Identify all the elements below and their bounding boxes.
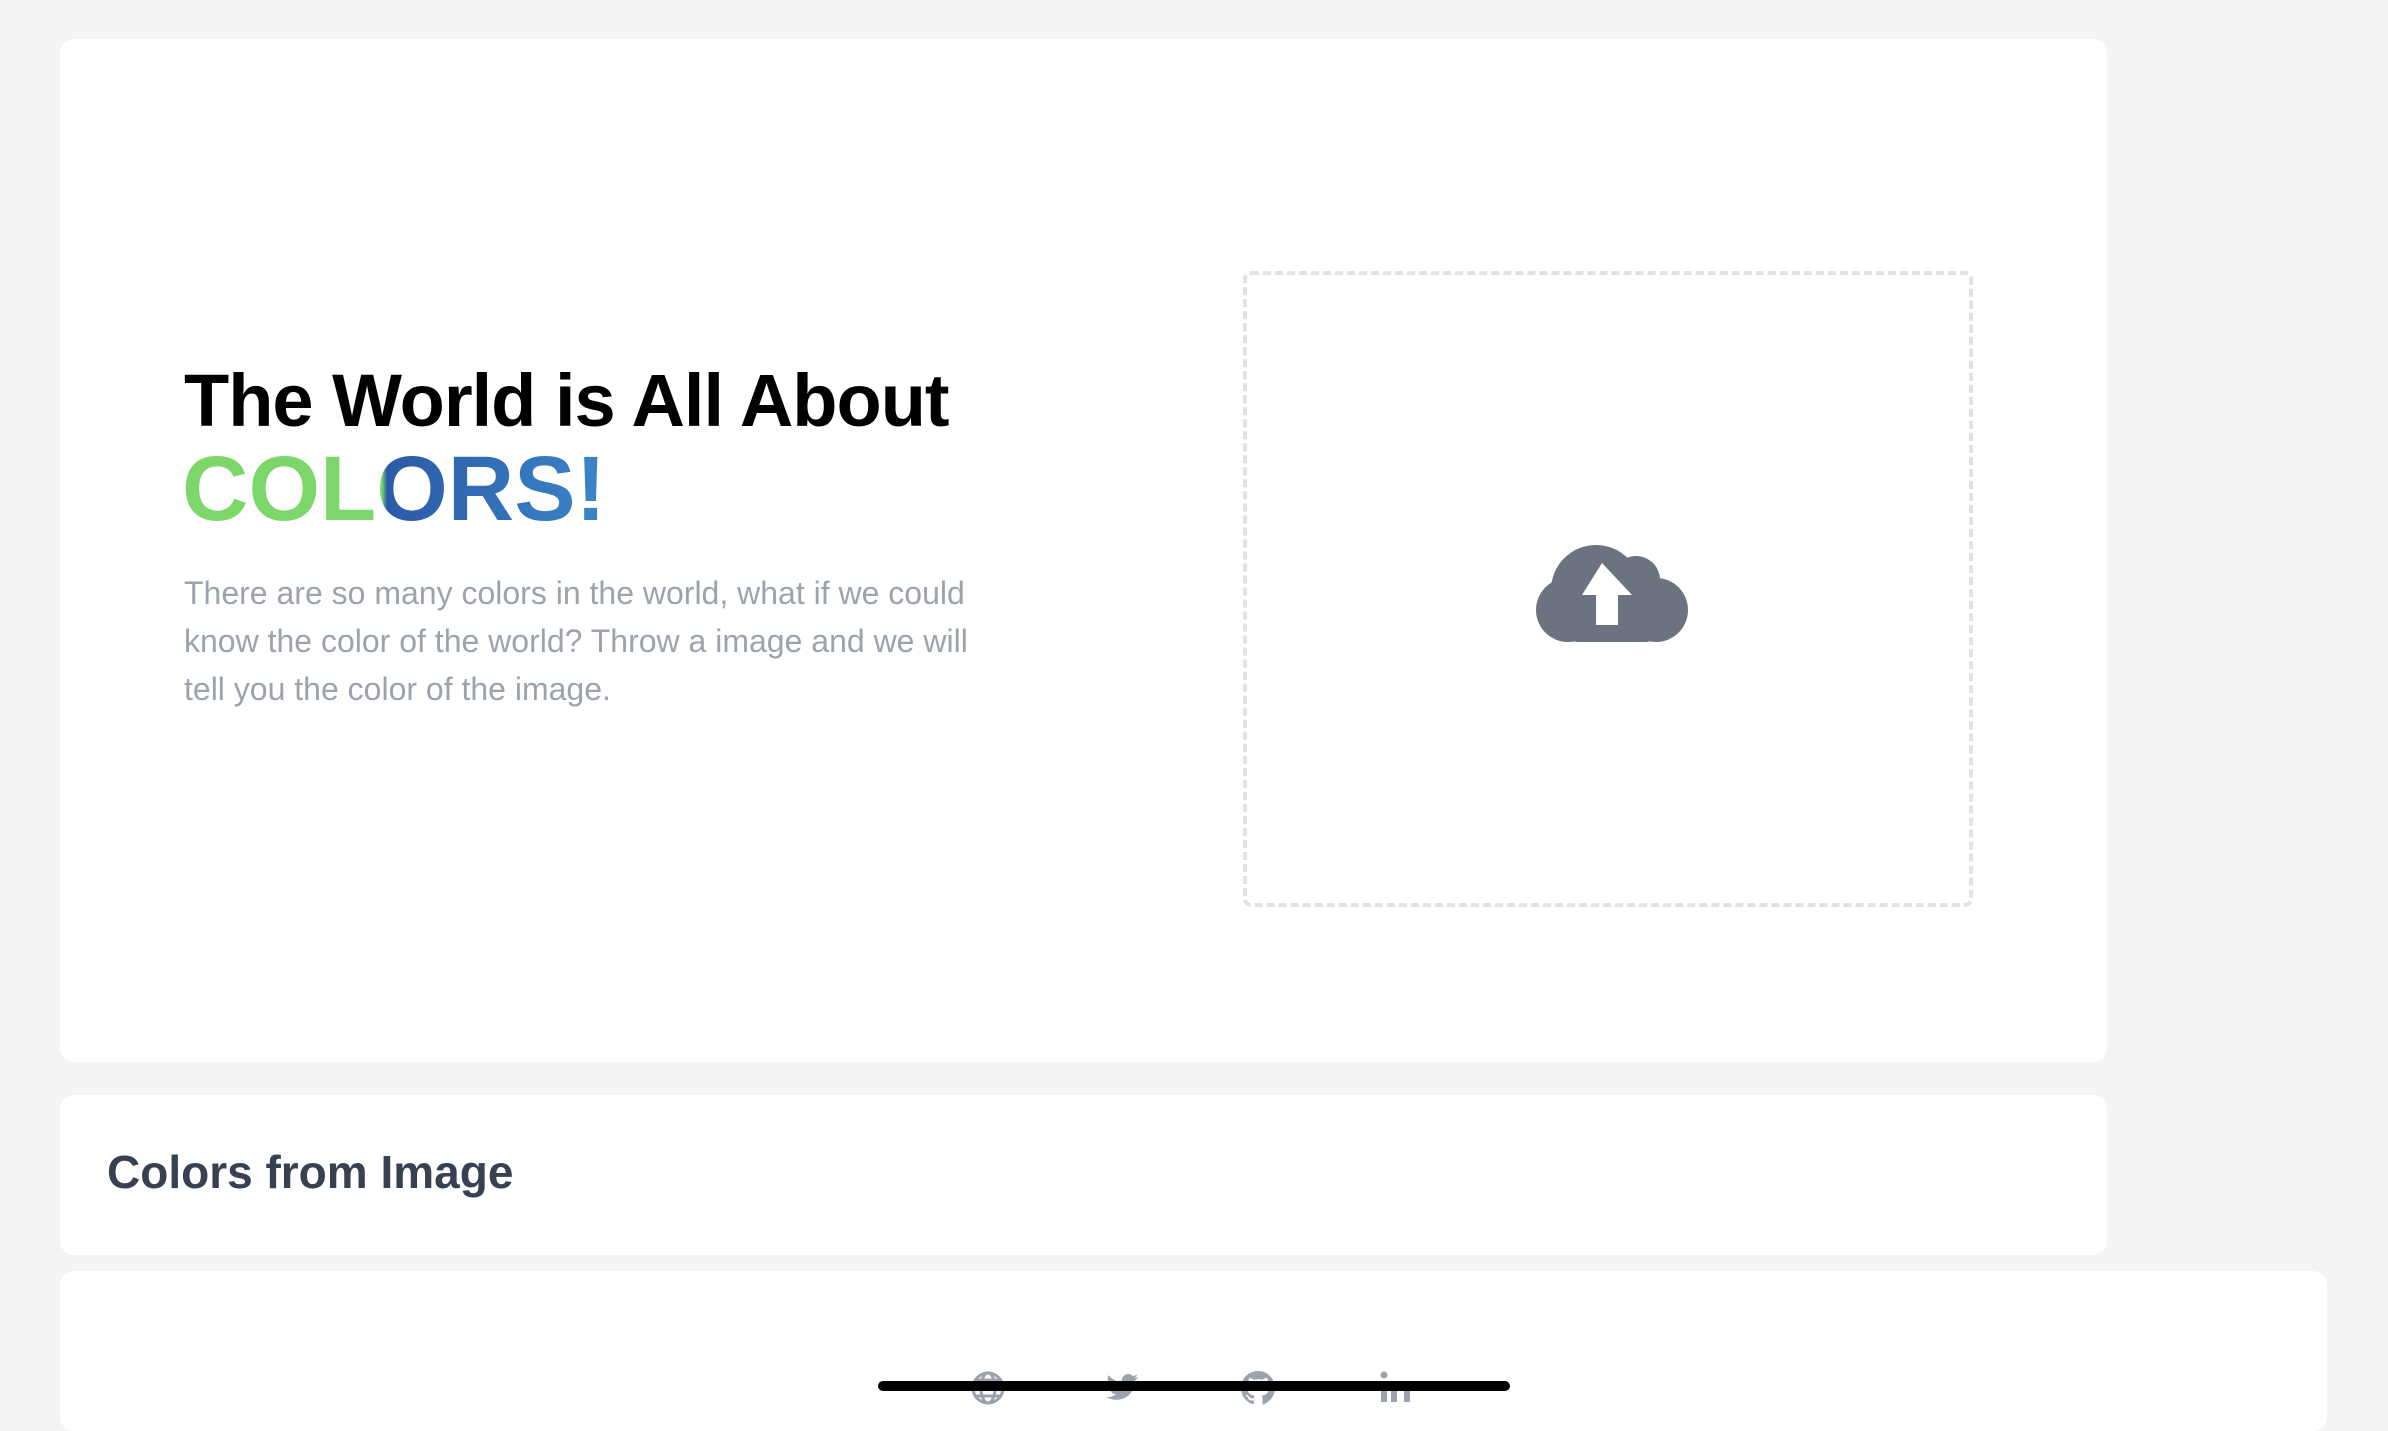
hero-accent-text: COLORS! [182, 438, 607, 540]
hero-description: There are so many colors in the world, w… [184, 575, 968, 707]
image-upload-dropzone[interactable] [1243, 271, 1973, 907]
hero-title: The World is All About [184, 359, 950, 442]
footer-card [60, 1271, 2327, 1431]
cloud-upload-icon [1536, 545, 1688, 642]
colors-section-title: Colors from Image [107, 1146, 514, 1198]
home-indicator [878, 1381, 1510, 1391]
hero-card: The World is All About COLORS! There are… [60, 39, 2107, 1062]
